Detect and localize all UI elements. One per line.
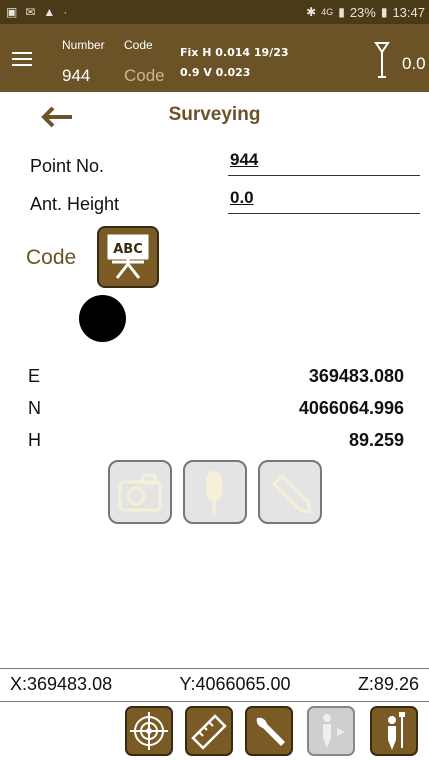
svg-text:ABC: ABC	[113, 242, 143, 257]
bluetooth-icon: ✱	[306, 5, 317, 19]
missed-call-icon: ✉	[25, 5, 36, 19]
warning-icon: ▲	[43, 5, 56, 19]
abc-board-icon: ABC	[107, 234, 149, 279]
antenna-icon[interactable]	[374, 40, 390, 80]
page-title: Surveying	[168, 104, 261, 125]
target-icon	[130, 712, 168, 750]
status-bar: ▣ ✉ ▲ · ✱ 4G ▮ 23% ▮ 13:47	[0, 0, 429, 24]
code-field-label: Code	[26, 246, 77, 269]
gallery-notification-icon: ▣	[6, 5, 18, 19]
stakeout-icon	[323, 714, 345, 748]
precision-status: 0.9 V 0.023	[180, 66, 251, 79]
distance-tool-button[interactable]	[185, 706, 233, 756]
fix-status: Fix H 0.014 19/23	[180, 46, 289, 59]
measure-target-button[interactable]	[125, 706, 173, 756]
number-label: Number	[62, 38, 105, 52]
point-no-label: Point No.	[30, 156, 105, 176]
photo-button[interactable]	[108, 460, 172, 524]
h-label: H	[28, 430, 41, 450]
footer-x: X:369483.08	[10, 674, 113, 694]
dot-icon: ·	[63, 5, 68, 19]
code-label: Code	[124, 38, 153, 52]
menu-icon[interactable]	[12, 52, 32, 66]
battery-icon: ▮	[380, 5, 388, 19]
pencil-icon	[272, 474, 312, 514]
voice-note-button[interactable]	[183, 460, 247, 524]
antenna-height-value: 0.0	[402, 54, 426, 73]
number-value: 944	[62, 66, 91, 85]
app-bar: Number 944 Code Code Fix H 0.014 19/23 0…	[0, 24, 429, 92]
n-value: 4066064.996	[298, 398, 404, 418]
signal-icon: ▮	[338, 5, 345, 19]
e-label: E	[28, 366, 41, 386]
ant-height-label: Ant. Height	[30, 194, 120, 214]
battery-percent: 23%	[349, 4, 376, 20]
survey-point-button[interactable]	[370, 706, 418, 756]
clock: 13:47	[392, 4, 425, 20]
h-value: 89.259	[348, 430, 404, 450]
code-picker-button[interactable]: ABC	[97, 226, 159, 288]
status-dot	[79, 295, 126, 342]
camera-icon	[118, 473, 162, 512]
e-value: 369483.080	[308, 366, 404, 386]
microphone-icon	[206, 471, 222, 514]
point-no-field[interactable]: 944	[228, 150, 420, 176]
wrench-icon	[256, 717, 285, 746]
code-value: Code	[124, 66, 165, 85]
ruler-icon	[191, 714, 227, 750]
n-label: N	[28, 398, 41, 418]
footer-z: Z:89.26	[357, 674, 419, 694]
network-type: 4G	[321, 7, 334, 17]
stakeout-button[interactable]	[307, 706, 355, 756]
footer-y: Y:4066065.00	[179, 674, 291, 694]
survey-person-icon	[388, 712, 405, 750]
footer-divider	[0, 701, 429, 702]
settings-tool-button[interactable]	[245, 706, 293, 756]
ant-height-field[interactable]: 0.0	[228, 188, 420, 214]
footer-coordinates: X:369483.08 Y:4066065.00 Z:89.26	[0, 668, 429, 700]
edit-note-button[interactable]	[258, 460, 322, 524]
